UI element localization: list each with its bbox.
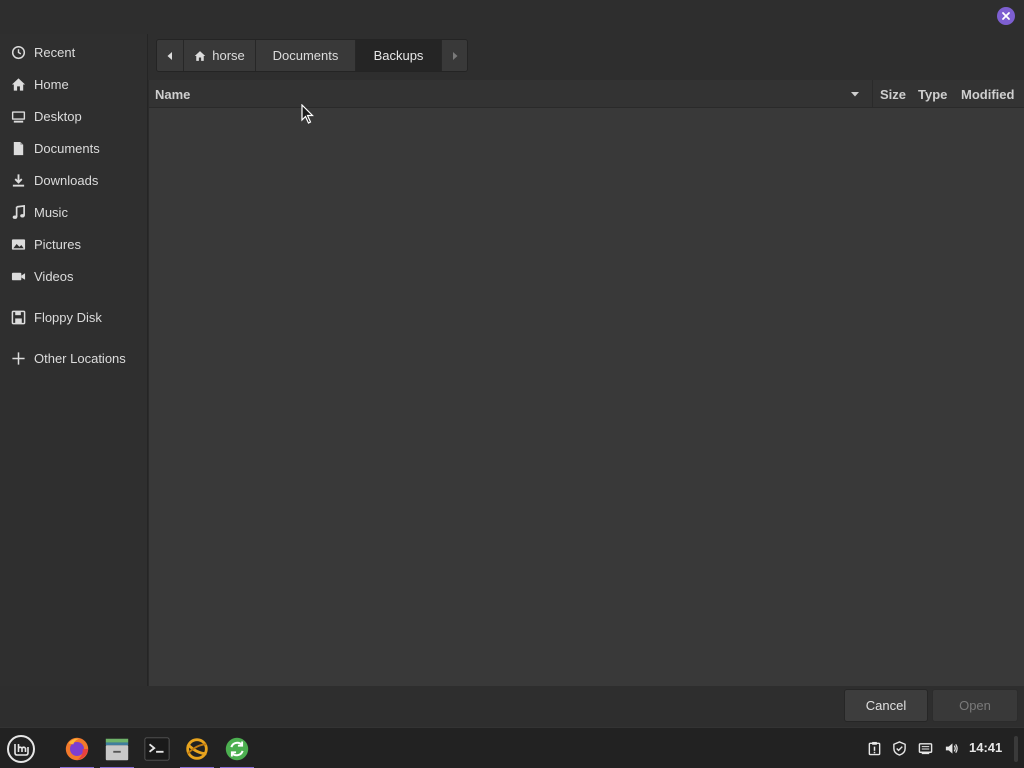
timeshift-icon[interactable] — [180, 732, 214, 768]
plus-icon — [10, 350, 26, 366]
mint-menu-icon[interactable] — [4, 732, 38, 766]
shield-icon[interactable] — [890, 739, 908, 757]
path-forward-button[interactable] — [442, 40, 467, 71]
clipboard-icon[interactable] — [865, 739, 883, 757]
mouse-cursor-icon — [301, 104, 314, 124]
sidebar-item-other-locations[interactable]: Other Locations — [0, 343, 148, 373]
crumb-label: Documents — [272, 48, 339, 63]
chevron-left-icon — [167, 51, 172, 60]
sidebar-item-label: Pictures — [34, 236, 81, 252]
crumb-label: horse — [212, 48, 245, 63]
update-manager-icon[interactable] — [220, 732, 254, 768]
sidebar-item-label: Floppy Disk — [34, 309, 102, 325]
video-icon — [10, 268, 26, 284]
dialog-titlebar — [0, 0, 1024, 34]
close-button[interactable] — [997, 7, 1015, 25]
sort-descending-icon[interactable] — [849, 88, 861, 100]
column-type[interactable]: Type — [912, 80, 954, 108]
sidebar-item-label: Recent — [34, 44, 76, 60]
file-list-header: Name Size Type Modified — [149, 80, 1024, 108]
files-icon[interactable] — [100, 732, 134, 768]
cancel-button[interactable]: Cancel — [844, 689, 928, 722]
breadcrumb: horse Documents Backups — [156, 39, 468, 72]
column-modified[interactable]: Modified — [954, 80, 1024, 108]
network-icon[interactable] — [916, 739, 934, 757]
home-icon — [194, 50, 206, 61]
floppy-icon — [10, 309, 26, 325]
chevron-right-icon — [452, 51, 457, 60]
path-bar: horse Documents Backups — [148, 34, 1024, 80]
sidebar-item-label: Music — [34, 204, 68, 220]
terminal-icon[interactable] — [140, 732, 174, 766]
desktop-icon — [10, 108, 26, 124]
document-icon — [10, 140, 26, 156]
open-button[interactable]: Open — [932, 689, 1018, 722]
column-name-label: Name — [155, 86, 191, 102]
sidebar-item-home[interactable]: Home — [0, 69, 148, 99]
path-back-button[interactable] — [157, 40, 184, 71]
sidebar-item-desktop[interactable]: Desktop — [0, 101, 148, 131]
sidebar-item-floppy-disk[interactable]: Floppy Disk — [0, 302, 148, 332]
music-icon — [10, 204, 26, 220]
sidebar-item-documents[interactable]: Documents — [0, 133, 148, 163]
download-icon — [10, 172, 26, 188]
firefox-icon[interactable] — [60, 732, 94, 768]
sidebar-item-pictures[interactable]: Pictures — [0, 229, 148, 259]
column-type-label: Type — [918, 86, 948, 102]
sidebar-item-videos[interactable]: Videos — [0, 261, 148, 291]
taskbar-clock[interactable]: 14:41 — [969, 740, 1002, 755]
sidebar-item-label: Desktop — [34, 108, 82, 124]
show-desktop-handle[interactable] — [1014, 736, 1018, 762]
crumb-backups[interactable]: Backups — [356, 40, 442, 71]
sidebar-item-label: Home — [34, 76, 69, 92]
column-size[interactable]: Size — [872, 80, 912, 108]
open-button-label: Open — [959, 698, 991, 713]
crumb-home[interactable]: horse — [184, 40, 256, 71]
crumb-label: Backups — [373, 48, 424, 63]
places-sidebar: Recent Home Desktop Documents Downloads … — [0, 34, 148, 686]
picture-icon — [10, 236, 26, 252]
sidebar-item-label: Downloads — [34, 172, 99, 188]
clock-icon — [10, 44, 26, 60]
volume-icon[interactable] — [942, 739, 960, 757]
dialog-action-bar: Cancel Open — [0, 686, 1024, 727]
file-list[interactable]: Name Size Type Modified — [149, 80, 1024, 686]
column-name[interactable]: Name — [155, 80, 871, 108]
taskbar: 14:41 — [0, 727, 1024, 768]
sidebar-item-label: Documents — [34, 140, 100, 156]
sidebar-item-recent[interactable]: Recent — [0, 37, 148, 67]
sidebar-item-music[interactable]: Music — [0, 197, 148, 227]
sidebar-item-label: Videos — [34, 268, 74, 284]
sidebar-item-downloads[interactable]: Downloads — [0, 165, 148, 195]
cancel-button-label: Cancel — [865, 698, 907, 713]
sidebar-item-label: Other Locations — [34, 350, 126, 366]
home-icon — [10, 76, 26, 92]
crumb-documents[interactable]: Documents — [256, 40, 356, 71]
column-size-label: Size — [880, 86, 907, 102]
close-icon — [1002, 12, 1010, 20]
column-modified-label: Modified — [961, 86, 1015, 102]
